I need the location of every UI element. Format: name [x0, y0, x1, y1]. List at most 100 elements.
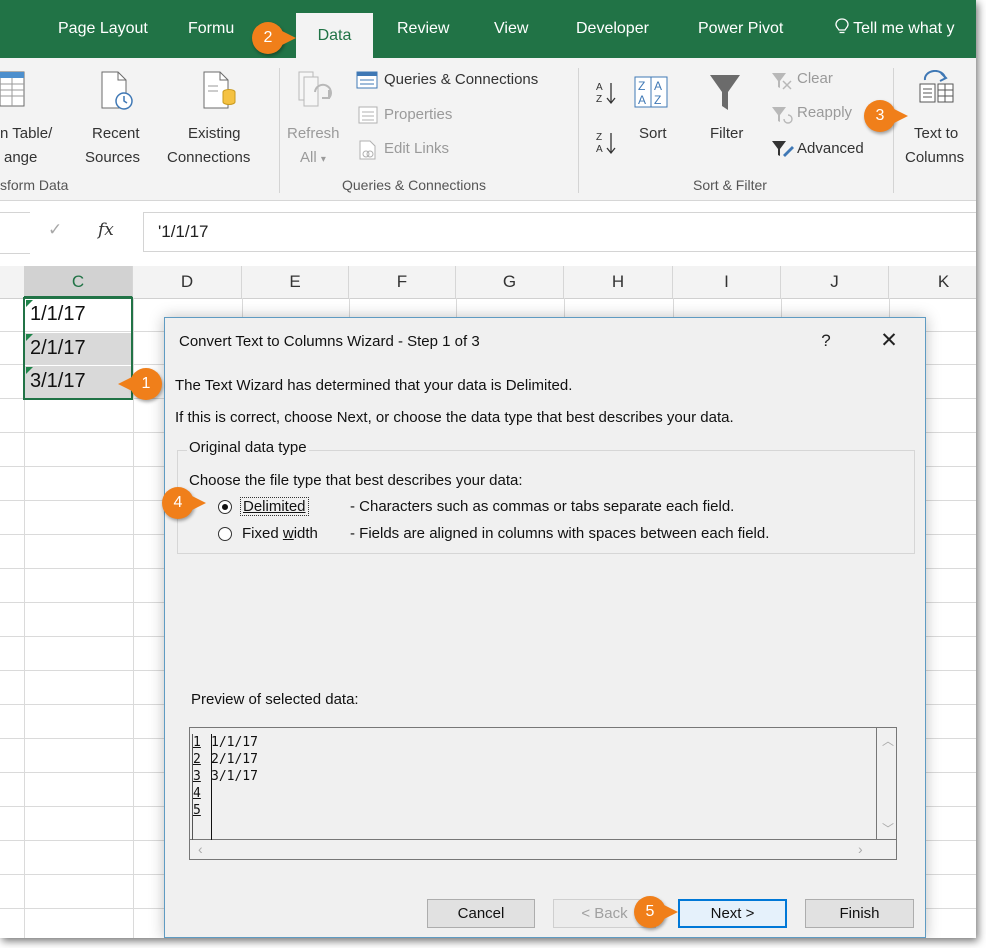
tab-developer[interactable]: Developer: [576, 0, 649, 58]
finish-button[interactable]: Finish: [805, 899, 914, 928]
refresh-all-icon[interactable]: [295, 70, 335, 119]
filter-button[interactable]: Filter: [710, 125, 743, 142]
tell-me-label: Tell me what y: [853, 20, 955, 37]
tab-power-pivot[interactable]: Power Pivot: [698, 0, 783, 58]
preview-row: 5: [193, 802, 211, 819]
preview-horizontal-scrollbar[interactable]: ‹ ›: [189, 840, 897, 860]
preview-row-number: 3: [193, 769, 201, 784]
column-header-row: C D E F G H I J K: [0, 266, 976, 299]
tab-view[interactable]: View: [494, 0, 528, 58]
text-to-columns-label-1[interactable]: Text to: [914, 125, 958, 142]
recent-sources-label-2[interactable]: Sources: [85, 149, 140, 166]
tab-page-layout[interactable]: Page Layout: [58, 0, 148, 58]
svg-text:A: A: [638, 93, 646, 107]
column-header-h[interactable]: H: [564, 266, 673, 298]
svg-text:Z: Z: [596, 94, 602, 105]
scroll-right-icon[interactable]: ›: [858, 841, 863, 857]
tab-data[interactable]: Data: [296, 13, 373, 58]
sort-dialog-icon[interactable]: Z A A Z: [634, 76, 668, 115]
queries-connections-icon[interactable]: [356, 71, 378, 94]
column-header-f[interactable]: F: [349, 266, 456, 298]
scroll-left-icon[interactable]: ‹: [198, 841, 203, 857]
name-box[interactable]: [0, 212, 30, 254]
queries-connections-button[interactable]: Queries & Connections: [384, 71, 538, 88]
existing-connections-label-1[interactable]: Existing: [188, 125, 241, 142]
clear-filter-icon[interactable]: [771, 72, 793, 95]
advanced-button[interactable]: Advanced: [797, 140, 864, 157]
next-button-label: Next >: [710, 905, 755, 922]
filter-icon[interactable]: [709, 74, 741, 119]
group-label-queries: Queries & Connections: [342, 177, 486, 193]
dialog-intro-line-2: If this is correct, choose Next, or choo…: [175, 409, 734, 426]
preview-vertical-scrollbar[interactable]: ︿ ﹀: [877, 727, 897, 840]
step-callout-4: 4: [162, 487, 206, 519]
svg-text:Z: Z: [654, 93, 661, 107]
existing-connections-icon[interactable]: [202, 70, 236, 117]
edit-links-icon[interactable]: [358, 140, 378, 165]
from-table-label-1[interactable]: n Table/: [0, 125, 52, 142]
tab-review[interactable]: Review: [397, 0, 449, 58]
data-preview[interactable]: 1 1/1/17 2 2/1/17 3 3/1/17 4 5: [189, 727, 877, 840]
choose-file-type-label: Choose the file type that best describes…: [189, 472, 523, 489]
column-header-g[interactable]: G: [456, 266, 564, 298]
help-button[interactable]: ?: [813, 328, 839, 354]
ribbon-tab-bar: Page Layout Formu Data Review View Devel…: [0, 0, 976, 58]
column-header-c[interactable]: C: [24, 266, 133, 298]
formula-value: '1/1/17: [158, 222, 209, 241]
svg-text:Z: Z: [596, 132, 602, 143]
close-button[interactable]: ✕: [875, 328, 903, 354]
enter-check-icon[interactable]: ✓: [48, 220, 62, 240]
group-separator: [893, 68, 894, 193]
step-callout-1: 1: [118, 368, 162, 400]
fixed-width-label[interactable]: Fixed width: [242, 525, 318, 542]
text-to-columns-icon[interactable]: [919, 70, 955, 109]
group-label-sort-filter: Sort & Filter: [693, 177, 767, 193]
scroll-down-icon[interactable]: ﹀: [882, 820, 894, 837]
preview-row: 4: [193, 785, 211, 802]
fixed-width-label-post: idth: [293, 525, 318, 542]
reapply-button[interactable]: Reapply: [797, 104, 852, 121]
advanced-filter-icon[interactable]: [771, 140, 795, 163]
preview-row: 2 2/1/17: [193, 751, 258, 768]
column-header-k[interactable]: K: [889, 266, 976, 298]
column-header-d[interactable]: D: [133, 266, 242, 298]
reapply-icon[interactable]: [771, 106, 793, 129]
edit-links-button[interactable]: Edit Links: [384, 140, 449, 157]
properties-button[interactable]: Properties: [384, 106, 452, 123]
tab-formulas[interactable]: Formu: [188, 0, 234, 58]
fixed-width-label-mnemonic: w: [282, 525, 294, 542]
delimited-radio[interactable]: [218, 500, 232, 514]
step-callout-2: 2: [252, 22, 296, 54]
properties-icon[interactable]: [358, 106, 378, 129]
from-table-icon[interactable]: [0, 70, 26, 115]
svg-text:A: A: [596, 144, 603, 155]
ribbon-data: n Table/ ange Recent Sources Existing Co…: [0, 58, 976, 201]
tell-me-box[interactable]: Tell me what y: [835, 0, 955, 58]
fixed-width-radio[interactable]: [218, 527, 232, 541]
cancel-button[interactable]: Cancel: [427, 899, 535, 928]
column-header-e[interactable]: E: [242, 266, 349, 298]
next-button[interactable]: Next >: [678, 899, 787, 928]
refresh-all-label-1[interactable]: Refresh: [287, 125, 340, 142]
fixed-width-description: - Fields are aligned in columns with spa…: [350, 525, 770, 542]
sort-z-to-a-icon[interactable]: Z A: [596, 130, 618, 161]
group-separator: [279, 68, 280, 193]
step-callout-5: 5: [634, 896, 678, 928]
recent-sources-label-1[interactable]: Recent: [92, 125, 140, 142]
sort-button[interactable]: Sort: [639, 125, 667, 142]
scroll-up-icon[interactable]: ︿: [882, 732, 894, 749]
formula-input[interactable]: '1/1/17: [143, 212, 976, 252]
delimited-label[interactable]: Delimited: [240, 497, 309, 516]
clear-button[interactable]: Clear: [797, 70, 833, 87]
column-header-i[interactable]: I: [673, 266, 781, 298]
text-to-columns-label-2[interactable]: Columns: [905, 149, 964, 166]
preview-row-number: 4: [193, 786, 201, 801]
from-table-label-2[interactable]: ange: [4, 149, 37, 166]
sort-a-to-z-icon[interactable]: A Z: [596, 80, 618, 111]
group-separator: [578, 68, 579, 193]
column-header-j[interactable]: J: [781, 266, 889, 298]
refresh-all-label-2[interactable]: All ▾: [300, 149, 326, 166]
recent-sources-icon[interactable]: [100, 70, 134, 117]
insert-function-icon[interactable]: fx: [98, 220, 114, 240]
existing-connections-label-2[interactable]: Connections: [167, 149, 250, 166]
